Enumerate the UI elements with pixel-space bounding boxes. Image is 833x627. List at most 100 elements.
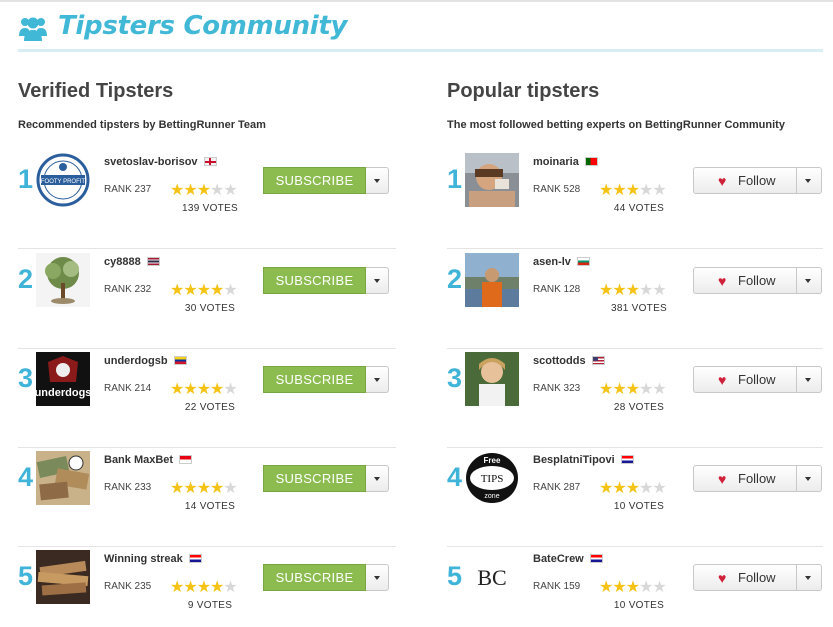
flag-th-icon — [146, 257, 160, 266]
avatar[interactable] — [36, 451, 90, 505]
subscribe-button[interactable]: SUBSCRIBE — [263, 267, 366, 294]
chevron-down-icon[interactable] — [797, 366, 822, 393]
rank-label: RANK 214 — [104, 383, 152, 394]
follow-button[interactable]: ♥ Follow — [693, 366, 797, 393]
votes-count: 28 VOTES — [613, 402, 665, 413]
votes-count: 22 VOTES — [184, 402, 236, 413]
follow-button-group: ♥ Follow — [693, 267, 822, 294]
tipster-name[interactable]: svetoslav-borisov — [104, 156, 217, 168]
tipster-name[interactable]: asen-lv — [533, 256, 590, 268]
flag-gb-icon — [203, 157, 217, 166]
tipster-row: 5 BC BateCrew RANK 159 ★★★★★ 10 VOTES ♥ F… — [447, 547, 823, 627]
svg-text:zone: zone — [484, 493, 499, 500]
subscribe-button[interactable]: SUBSCRIBE — [263, 366, 366, 393]
follow-button[interactable]: ♥ Follow — [693, 465, 797, 492]
votes-count: 9 VOTES — [187, 600, 233, 611]
top-border — [0, 0, 833, 2]
heart-icon: ♥ — [718, 173, 727, 189]
avatar[interactable]: underdogs — [36, 352, 90, 406]
tipster-row: 5 Winning streak RANK 235 ★★★★★ 9 VOTES … — [18, 547, 396, 627]
avatar[interactable] — [36, 550, 90, 604]
svg-text:TIPS: TIPS — [481, 473, 504, 485]
svg-text:underdogs: underdogs — [36, 387, 90, 399]
heart-icon: ♥ — [718, 471, 727, 487]
follow-button[interactable]: ♥ Follow — [693, 564, 797, 591]
avatar[interactable]: BC — [465, 550, 519, 604]
flag-id-icon — [179, 455, 193, 464]
tipster-name[interactable]: Bank MaxBet — [104, 454, 193, 466]
tipster-row: 4 Bank MaxBet RANK 233 ★★★★★ 14 VOTES SU… — [18, 448, 396, 547]
tipster-row: 3 underdogs underdogsb RANK 214 ★★★★★ 22… — [18, 349, 396, 448]
tipster-name[interactable]: BateCrew — [533, 553, 603, 565]
heart-icon: ♥ — [718, 570, 727, 586]
tipster-name[interactable]: underdogsb — [104, 355, 187, 367]
chevron-down-icon[interactable] — [366, 366, 389, 393]
popular-tipsters-section: Popular tipsters The most followed betti… — [447, 80, 823, 611]
rank-label: RANK 287 — [533, 482, 581, 493]
subscribe-button[interactable]: SUBSCRIBE — [263, 465, 366, 492]
rank-label: RANK 237 — [104, 184, 152, 195]
svg-text:BC: BC — [477, 565, 506, 590]
svg-text:Free: Free — [484, 456, 501, 465]
star-rating: ★★★★★ — [170, 381, 238, 398]
position-number: 4 — [18, 462, 34, 492]
chevron-down-icon[interactable] — [366, 564, 389, 591]
rank-label: RANK 232 — [104, 284, 152, 295]
page-title: Tipsters Community — [58, 11, 348, 41]
section-heading: Verified Tipsters — [18, 80, 174, 102]
flag-pt-icon — [584, 157, 598, 166]
votes-count: 139 VOTES — [181, 203, 239, 214]
tipster-row: 3 scottodds RANK 323 ★★★★★ 28 VOTES ♥ Fol… — [447, 349, 823, 448]
subscribe-button-group: SUBSCRIBE — [263, 267, 389, 294]
votes-count: 10 VOTES — [613, 501, 665, 512]
position-number: 2 — [18, 264, 34, 294]
avatar[interactable] — [465, 253, 519, 307]
follow-button-group: ♥ Follow — [693, 564, 822, 591]
star-rating: ★★★★★ — [599, 381, 667, 398]
chevron-down-icon[interactable] — [797, 267, 822, 294]
users-icon — [19, 17, 47, 41]
follow-label: Follow — [738, 273, 776, 288]
subscribe-button-group: SUBSCRIBE — [263, 564, 389, 591]
subscribe-button-group: SUBSCRIBE — [263, 167, 389, 194]
votes-count: 30 VOTES — [184, 303, 236, 314]
star-rating: ★★★★★ — [170, 579, 238, 596]
position-number: 5 — [447, 561, 463, 591]
votes-count: 44 VOTES — [613, 203, 665, 214]
rank-label: RANK 128 — [533, 284, 581, 295]
tipster-name[interactable]: moinaria — [533, 156, 598, 168]
rank-label: RANK 235 — [104, 581, 152, 592]
avatar[interactable]: FOOTY PROFIT — [36, 153, 90, 207]
chevron-down-icon[interactable] — [366, 465, 389, 492]
position-number: 3 — [447, 363, 463, 393]
position-number: 4 — [447, 462, 463, 492]
page-header: Tipsters Community — [18, 10, 823, 52]
tipster-name[interactable]: Winning streak — [104, 553, 202, 565]
rank-label: RANK 233 — [104, 482, 152, 493]
chevron-down-icon[interactable] — [366, 167, 389, 194]
chevron-down-icon[interactable] — [797, 564, 822, 591]
subscribe-button[interactable]: SUBSCRIBE — [263, 564, 366, 591]
flag-hr-icon — [188, 554, 202, 563]
chevron-down-icon[interactable] — [797, 465, 822, 492]
verified-tipsters-section: Verified Tipsters Recommended tipsters b… — [18, 80, 396, 611]
star-rating: ★★★★★ — [170, 182, 238, 199]
avatar[interactable]: Free TIPS zone — [465, 451, 519, 505]
votes-count: 381 VOTES — [610, 303, 668, 314]
position-number: 3 — [18, 363, 34, 393]
chevron-down-icon[interactable] — [797, 167, 822, 194]
votes-count: 14 VOTES — [184, 501, 236, 512]
follow-button[interactable]: ♥ Follow — [693, 267, 797, 294]
section-subheading: Recommended tipsters by BettingRunner Te… — [18, 119, 266, 131]
chevron-down-icon[interactable] — [366, 267, 389, 294]
avatar[interactable] — [36, 253, 90, 307]
follow-button[interactable]: ♥ Follow — [693, 167, 797, 194]
follow-label: Follow — [738, 372, 776, 387]
avatar[interactable] — [465, 352, 519, 406]
subscribe-button[interactable]: SUBSCRIBE — [263, 167, 366, 194]
tipster-name[interactable]: cy8888 — [104, 256, 160, 268]
tipster-name[interactable]: scottodds — [533, 355, 605, 367]
avatar[interactable] — [465, 153, 519, 207]
rank-label: RANK 528 — [533, 184, 581, 195]
tipster-name[interactable]: BesplatniTipovi — [533, 454, 634, 466]
